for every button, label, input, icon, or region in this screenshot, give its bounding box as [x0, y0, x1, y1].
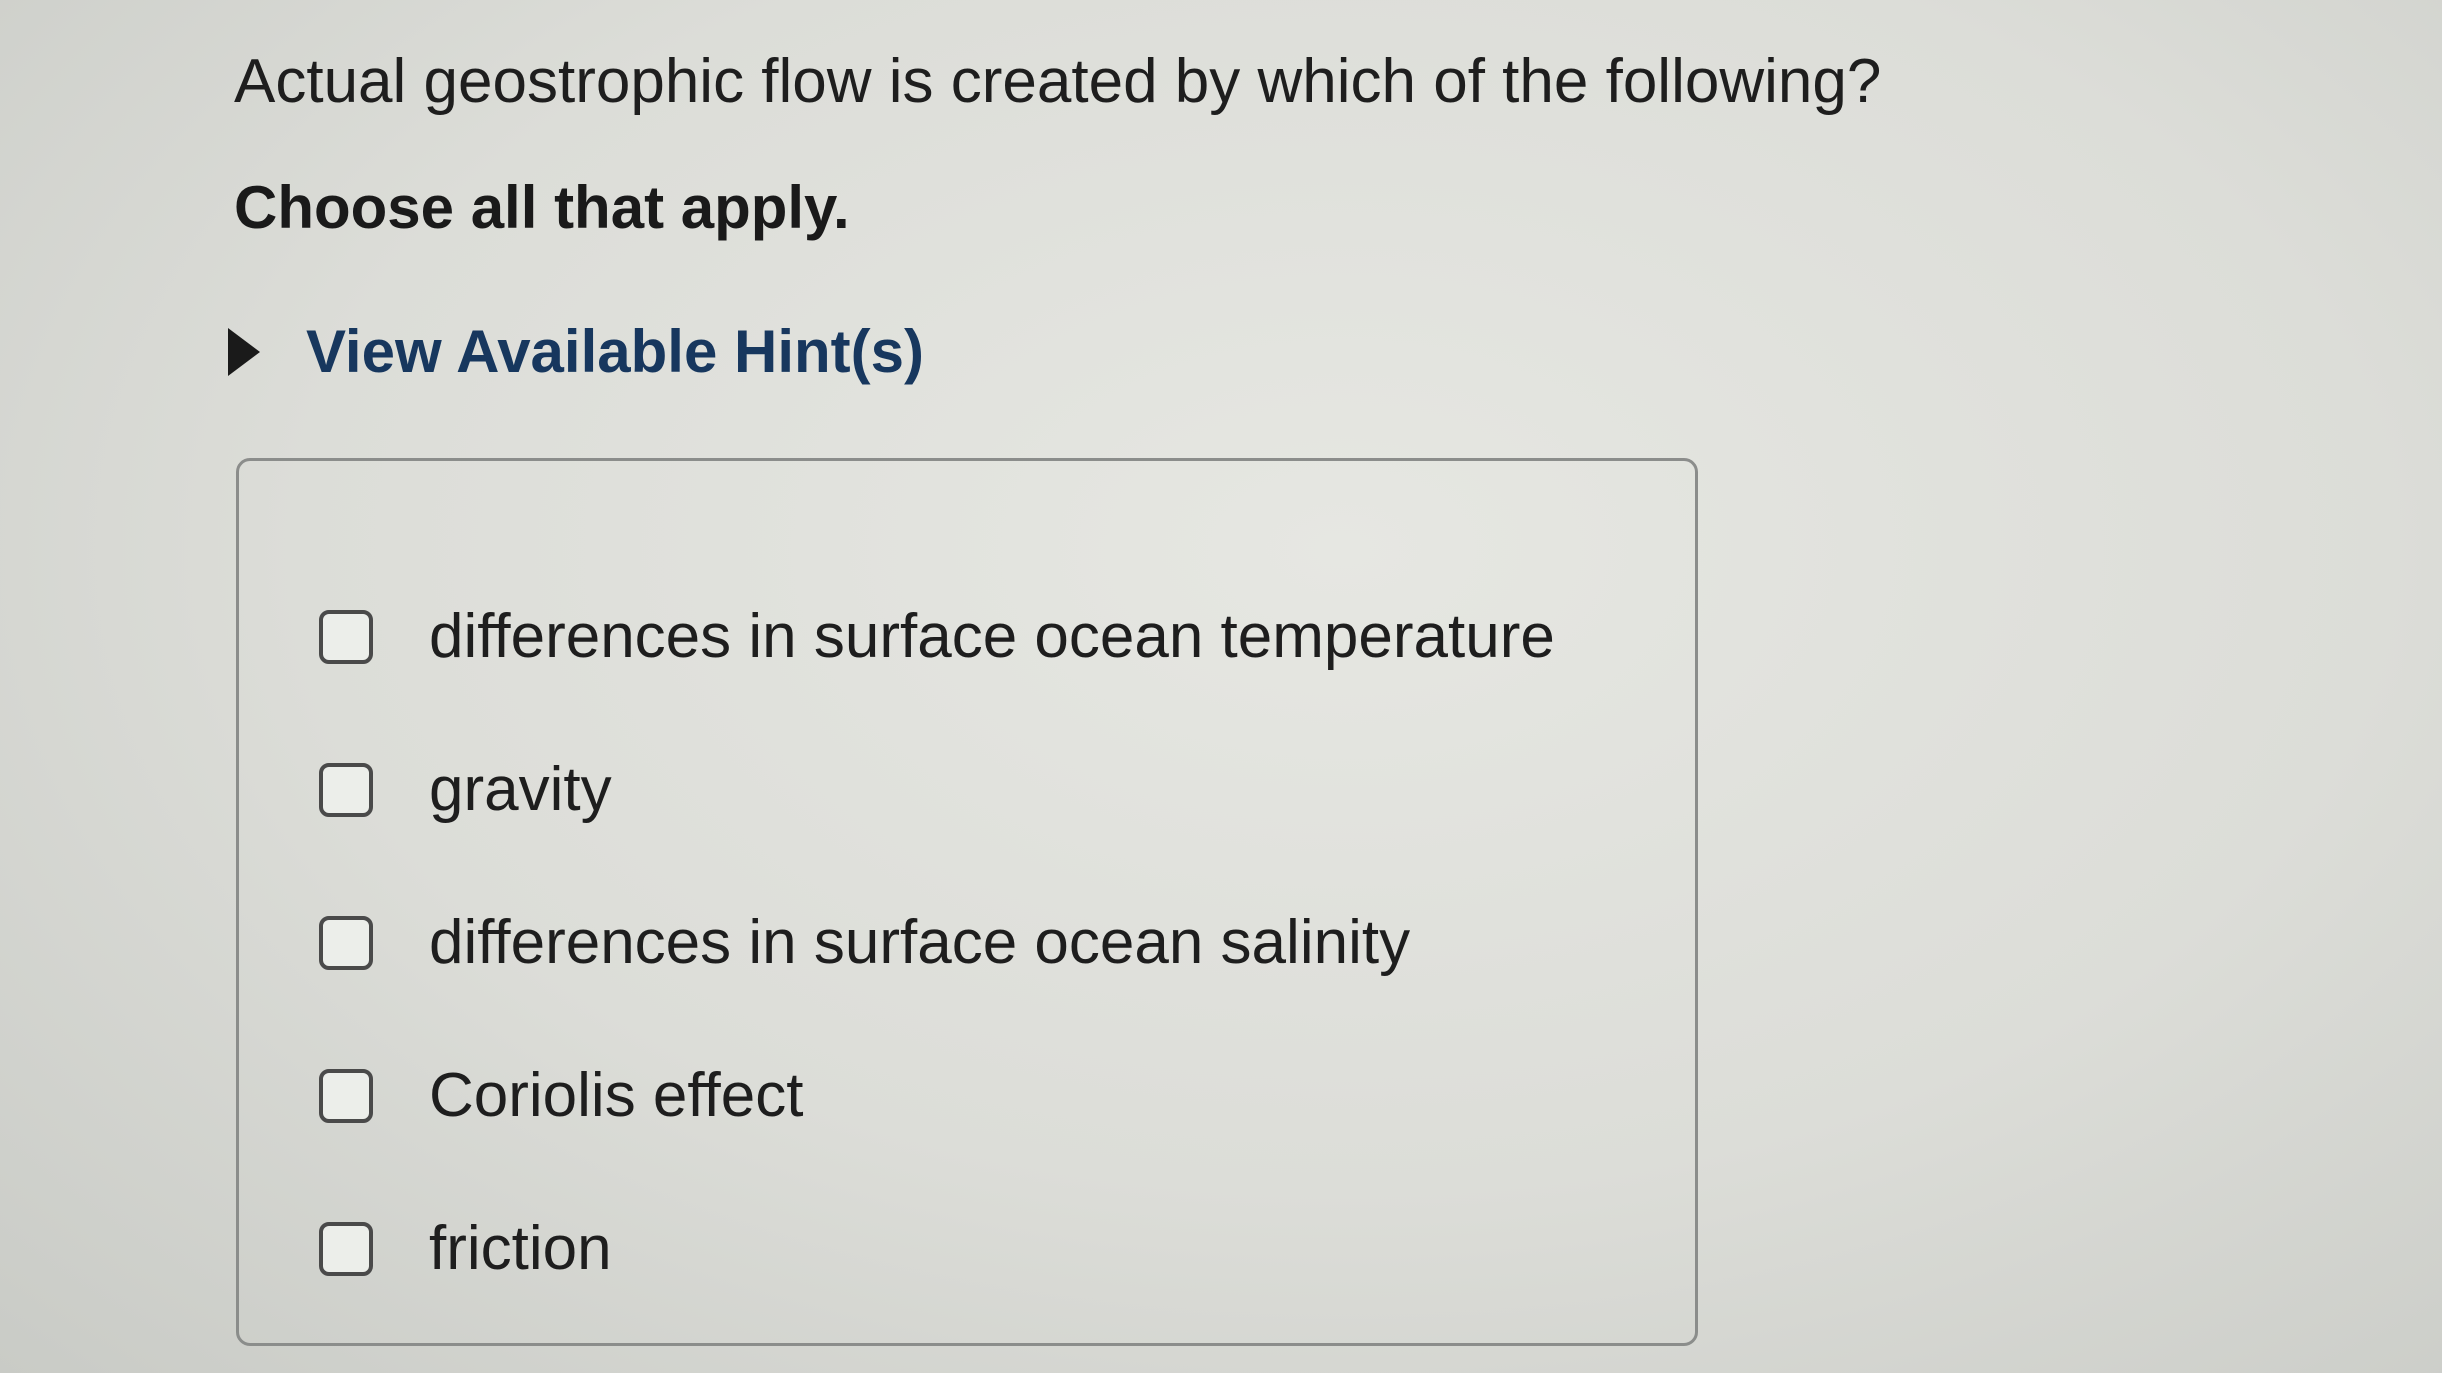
checkbox[interactable] — [319, 763, 373, 817]
checkbox[interactable] — [319, 1222, 373, 1276]
choice-option[interactable]: differences in surface ocean temperature — [319, 597, 1555, 677]
choice-label: friction — [429, 1214, 612, 1283]
view-hints-toggle[interactable]: View Available Hint(s) — [228, 312, 924, 392]
checkbox[interactable] — [319, 610, 373, 664]
choice-label: differences in surface ocean salinity — [429, 908, 1411, 977]
triangle-right-icon — [228, 328, 260, 376]
instruction-text: Choose all that apply. — [234, 174, 850, 241]
choice-option[interactable]: friction — [319, 1209, 612, 1289]
choice-label: gravity — [429, 755, 612, 824]
checkbox[interactable] — [319, 1069, 373, 1123]
choice-option[interactable]: Coriolis effect — [319, 1056, 803, 1136]
answer-choices-box: differences in surface ocean temperature… — [236, 458, 1698, 1346]
choice-label: differences in surface ocean temperature — [429, 602, 1555, 671]
choice-option[interactable]: differences in surface ocean salinity — [319, 903, 1410, 983]
checkbox[interactable] — [319, 916, 373, 970]
question-text: Actual geostrophic flow is created by wh… — [234, 47, 1882, 116]
view-hints-label: View Available Hint(s) — [306, 318, 924, 385]
choice-label: Coriolis effect — [429, 1061, 804, 1130]
choice-option[interactable]: gravity — [319, 750, 612, 830]
